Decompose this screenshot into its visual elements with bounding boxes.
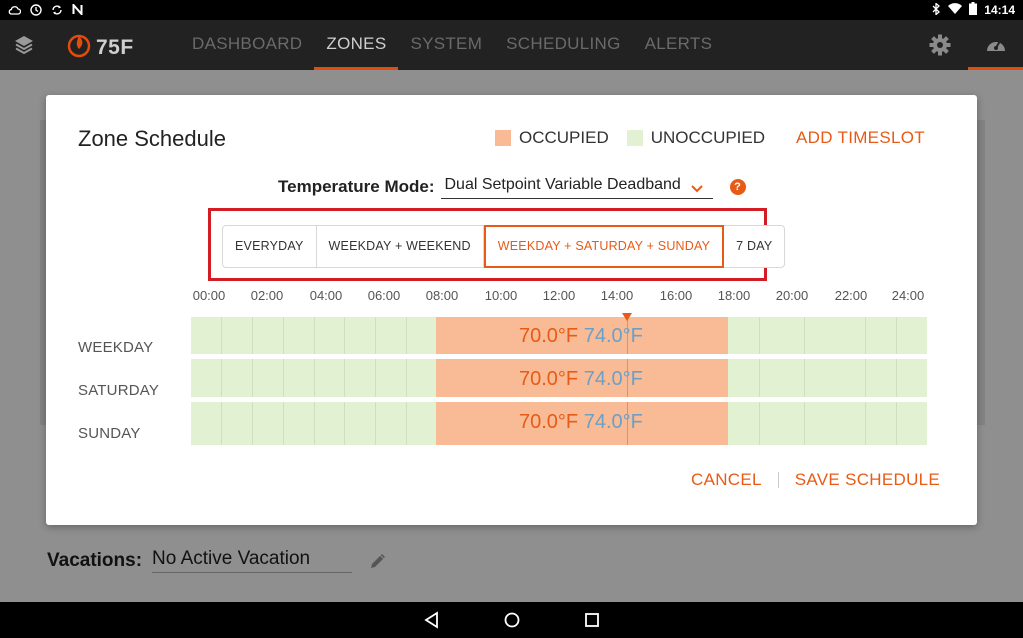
hour-label: 04:00 [309,288,343,303]
back-icon[interactable] [423,611,441,629]
row-label-sunday: SUNDAY [78,425,141,442]
grid-line [314,317,315,445]
hour-label: 12:00 [542,288,576,303]
save-schedule-button[interactable]: SAVE SCHEDULE [795,470,940,490]
gear-icon[interactable] [929,34,951,56]
unoccupied-legend-label: UNOCCUPIED [650,128,766,147]
dashboard-gauge-tab[interactable] [968,20,1023,70]
nav-tab-system[interactable]: SYSTEM [398,20,494,70]
grid-line [344,317,345,445]
add-timeslot-button[interactable]: ADD TIMESLOT [796,128,925,148]
wifi-icon [948,3,963,17]
hour-label: 10:00 [484,288,518,303]
schedule-grid: 70.0°F 74.0°F 70.0°F 74.0°F 70.0°F 74.0°… [191,313,927,445]
schedule-legend: OCCUPIED UNOCCUPIED [495,128,765,148]
temperature-mode-select[interactable]: Dual Setpoint Variable Deadband [440,174,713,199]
battery-icon [969,2,978,18]
heating-setpoint: 70.0°F [519,411,579,433]
clock-icon [29,3,42,16]
grid-line [283,317,284,445]
timeslot-setpoints-saturday[interactable]: 70.0°F 74.0°F [519,368,643,391]
gauge-icon [985,35,1007,55]
nav-tab-alerts[interactable]: ALERTS [633,20,725,70]
vacations-label: Vacations: [47,549,143,571]
nav-tab-dashboard[interactable]: DASHBOARD [180,20,314,70]
schedule-type-weekday-weekend[interactable]: WEEKDAY + WEEKEND [317,226,484,267]
cooling-setpoint: 74.0°F [583,325,643,347]
zone-schedule-dialog: Zone Schedule OCCUPIED UNOCCUPIED ADD TI… [46,95,977,525]
logo-text: 75F [96,35,134,59]
actions-divider [777,472,779,488]
timeslot-setpoints-sunday[interactable]: 70.0°F 74.0°F [519,411,643,434]
sync-icon [50,3,63,16]
unoccupied-swatch [626,130,643,146]
app-logo: 75F [66,32,134,63]
occupied-swatch [495,130,511,146]
dialog-actions: CANCEL SAVE SCHEDULE [691,470,940,490]
hour-label: 08:00 [425,288,459,303]
vacations-value[interactable]: No Active Vacation [152,548,353,573]
row-separator [191,354,927,359]
app-nav-bar: 75F DASHBOARD ZONES SYSTEM SCHEDULING AL… [0,20,1023,70]
layers-icon[interactable] [12,33,36,57]
schedule-type-weekday-saturday-sunday[interactable]: WEEKDAY + SATURDAY + SUNDAY [483,225,725,268]
hour-label: 20:00 [775,288,809,303]
grid-line [804,317,805,445]
row-label-weekday: WEEKDAY [78,339,154,356]
help-icon[interactable]: ? [729,178,746,195]
android-nav-bar [0,602,1023,638]
occupied-legend-label: OCCUPIED [519,128,609,147]
row-label-saturday: SATURDAY [78,382,160,399]
schedule-type-everyday[interactable]: EVERYDAY [223,226,317,267]
heating-setpoint: 70.0°F [519,325,579,347]
grid-line [759,317,760,445]
grid-line [221,317,222,445]
schedule-type-7-day[interactable]: 7 DAY [724,226,784,267]
temperature-mode-value: Dual Setpoint Variable Deadband [444,176,681,193]
pencil-icon[interactable] [368,551,388,571]
n-icon [71,3,84,16]
cooling-setpoint: 74.0°F [583,368,643,390]
status-bar: 14:14 [0,0,1023,20]
flame-logo-icon [66,32,92,63]
grid-line [406,317,407,445]
recents-icon[interactable] [583,611,601,629]
hour-label: 24:00 [891,288,925,303]
grid-line [252,317,253,445]
nav-tab-zones[interactable]: ZONES [314,20,399,70]
hour-label: 16:00 [659,288,693,303]
row-separator [191,397,927,402]
nav-tab-scheduling[interactable]: SCHEDULING [494,20,632,70]
cancel-button[interactable]: CANCEL [691,470,762,490]
hour-label: 02:00 [250,288,284,303]
cooling-setpoint: 74.0°F [583,411,643,433]
hour-label: 14:00 [600,288,634,303]
chevron-down-icon [690,179,703,193]
hour-label: 18:00 [717,288,751,303]
temperature-mode-label: Temperature Mode: [278,176,435,196]
hour-axis: 00:00 02:00 04:00 06:00 08:00 10:00 12:0… [191,288,931,304]
timeslot-setpoints-weekday[interactable]: 70.0°F 74.0°F [519,325,643,348]
home-icon[interactable] [503,611,521,629]
hour-label: 00:00 [192,288,226,303]
cloud-icon [8,3,21,16]
heating-setpoint: 70.0°F [519,368,579,390]
vacations-row: Vacations: No Active Vacation [47,548,388,573]
hour-label: 22:00 [834,288,868,303]
temperature-mode-row: Temperature Mode: Dual Setpoint Variable… [278,174,746,199]
current-time-marker [622,313,632,321]
schedule-type-selector: EVERYDAY WEEKDAY + WEEKEND WEEKDAY + SAT… [222,225,786,268]
grid-line [865,317,866,445]
grid-line [375,317,376,445]
grid-line [896,317,897,445]
bluetooth-icon [932,1,941,18]
status-time: 14:14 [984,3,1015,17]
dialog-title: Zone Schedule [78,126,226,151]
hour-label: 06:00 [367,288,401,303]
